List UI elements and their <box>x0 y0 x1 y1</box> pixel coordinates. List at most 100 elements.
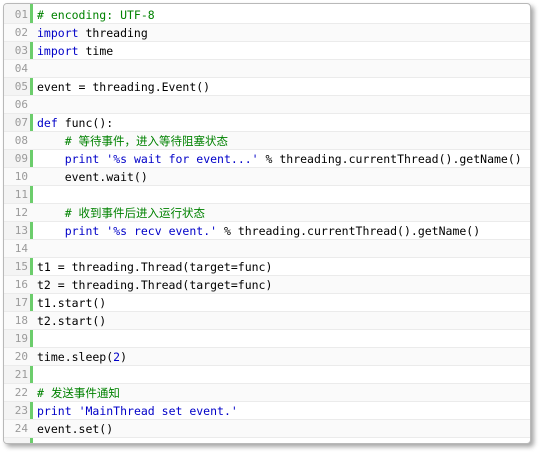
line-number: 21 <box>14 368 28 381</box>
line-code: event = threading.Event() <box>37 78 210 96</box>
code-line: 03 import time <box>4 42 530 60</box>
code-line: 24 event.set() <box>4 420 530 438</box>
code-keyword: print <box>64 224 100 238</box>
code-text: % threading.currentThread().getName() <box>217 224 481 238</box>
line-code: print 'MainThread set event.' <box>37 402 238 420</box>
line-number: 20 <box>14 350 28 363</box>
code-keyword: def <box>37 116 58 130</box>
line-number: 02 <box>14 26 28 39</box>
code-comment: # 发送事件通知 <box>37 386 120 400</box>
line-number: 04 <box>14 62 28 75</box>
line-code: # encoding: UTF-8 <box>37 6 155 24</box>
code-line: 09 print '%s wait for event...' % thread… <box>4 150 530 168</box>
code-keyword: print <box>37 404 72 418</box>
code-line: 17 t1.start() <box>4 294 530 312</box>
line-number: 06 <box>14 98 28 111</box>
line-number: 18 <box>14 314 28 327</box>
line-code: print '%s wait for event...' % threading… <box>37 150 522 168</box>
code-comment: # 收到事件后进入运行状态 <box>64 206 206 220</box>
line-code: import threading <box>37 24 148 42</box>
code-text: ) <box>120 350 128 364</box>
line-code: # 发送事件通知 <box>37 384 120 402</box>
line-number: 24 <box>14 422 28 435</box>
line-code: def func(): <box>37 114 113 132</box>
code-line: 12 # 收到事件后进入运行状态 <box>4 204 530 222</box>
line-code: # 等待事件，进入等待阻塞状态 <box>37 132 228 150</box>
line-number: 05 <box>14 80 28 93</box>
code-block: 01 # encoding: UTF-8 02 import threading 03 i… <box>3 3 531 444</box>
code-text: event.wait() <box>37 170 148 184</box>
line-number: 03 <box>14 44 28 57</box>
code-lines: 01 # encoding: UTF-8 02 import threading 03 i… <box>4 6 530 438</box>
code-line: 02 import threading <box>4 24 530 42</box>
code-line: 07 def func(): <box>4 114 530 132</box>
code-line: 21 <box>4 366 530 384</box>
code-comment: # 等待事件，进入等待阻塞状态 <box>64 134 229 148</box>
line-code: event.set() <box>37 420 113 438</box>
code-string: 'MainThread set event.' <box>78 404 238 418</box>
code-string: '%s recv event.' <box>106 224 218 238</box>
line-number: 08 <box>14 134 28 147</box>
line-code: t2.start() <box>37 312 106 330</box>
code-string: '%s wait for event...' <box>106 152 259 166</box>
code-line: 08 # 等待事件，进入等待阻塞状态 <box>4 132 530 150</box>
line-number: 15 <box>14 260 28 273</box>
line-number: 14 <box>14 242 28 255</box>
code-text: t2.start() <box>37 314 107 328</box>
line-code: t2 = threading.Thread(target=func) <box>37 276 272 294</box>
code-text: t2 = threading.Thread(target=func) <box>37 278 273 292</box>
code-line: 23 print 'MainThread set event.' <box>4 402 530 420</box>
line-number: 12 <box>14 206 28 219</box>
line-number: 09 <box>14 152 28 165</box>
line-code: time.sleep(2) <box>37 348 127 366</box>
code-line: 16 t2 = threading.Thread(target=func) <box>4 276 530 294</box>
code-keyword: import <box>37 44 79 58</box>
line-code: # 收到事件后进入运行状态 <box>37 204 205 222</box>
code-line: 15 t1 = threading.Thread(target=func) <box>4 258 530 276</box>
line-number: 19 <box>14 332 28 345</box>
line-number: 23 <box>14 404 28 417</box>
code-line: 14 <box>4 240 530 258</box>
line-number: 22 <box>14 386 28 399</box>
code-line: 11 <box>4 186 530 204</box>
code-text: event = threading.Event() <box>37 80 211 94</box>
code-line: 05 event = threading.Event() <box>4 78 530 96</box>
code-text: t1 = threading.Thread(target=func) <box>37 260 273 274</box>
code-text: time <box>78 44 114 58</box>
code-line: 13 print '%s recv event.' % threading.cu… <box>4 222 530 240</box>
line-number: 16 <box>14 278 28 291</box>
code-line: 01 # encoding: UTF-8 <box>4 6 530 24</box>
code-text: threading <box>78 26 148 40</box>
line-number: 13 <box>14 224 28 237</box>
code-text: time.sleep( <box>37 350 114 364</box>
line-number: 01 <box>14 8 28 21</box>
code-text: event.set() <box>37 422 114 436</box>
line-number: 07 <box>14 116 28 129</box>
line-code: import time <box>37 42 113 60</box>
code-text: % threading.currentThread().getName() <box>258 152 522 166</box>
code-line: 18 t2.start() <box>4 312 530 330</box>
line-code: print '%s recv event.' % threading.curre… <box>37 222 480 240</box>
code-text: func(): <box>57 116 114 130</box>
code-line: 04 <box>4 60 530 78</box>
line-code: t1 = threading.Thread(target=func) <box>37 258 272 276</box>
line-code: event.wait() <box>37 168 148 186</box>
code-line: 22 # 发送事件通知 <box>4 384 530 402</box>
line-code: t1.start() <box>37 294 106 312</box>
code-text: t1.start() <box>37 296 107 310</box>
line-number: 17 <box>14 296 28 309</box>
code-line: 06 <box>4 96 530 114</box>
code-keyword: print <box>64 152 100 166</box>
line-number: 11 <box>14 188 28 201</box>
code-comment: # encoding: UTF-8 <box>37 8 155 22</box>
line-number: 10 <box>14 170 28 183</box>
code-keyword: import <box>37 26 79 40</box>
code-line: 20 time.sleep(2) <box>4 348 530 366</box>
code-line: 10 event.wait() <box>4 168 530 186</box>
code-line: 19 <box>4 330 530 348</box>
